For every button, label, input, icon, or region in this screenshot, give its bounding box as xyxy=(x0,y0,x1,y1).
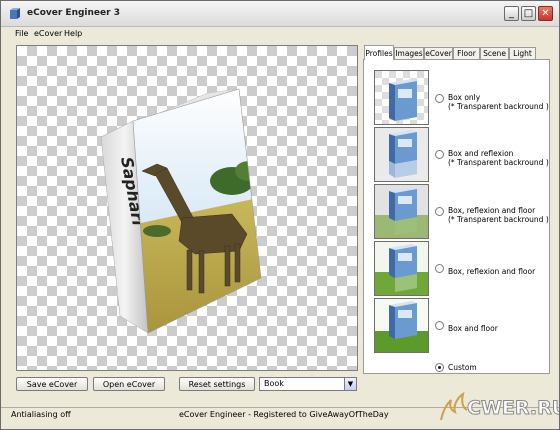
status-antialiasing: Antialiasing off xyxy=(11,410,71,419)
maximize-icon: □ xyxy=(523,7,534,19)
settings-panel: Profiles Images eCover Floor Scene Light xyxy=(363,45,550,374)
profile-label-box-reflexion-floor: Box, reflexion and floor xyxy=(448,267,535,276)
profile-label-custom: Custom xyxy=(448,363,477,372)
profile-radio-box-reflexion-floor-transparent[interactable] xyxy=(435,207,444,216)
app-window: eCover Engineer 3 _ □ ✕ File eCover Help xyxy=(0,0,560,430)
profiles-tab-content: Box only (* Transparent backround ) Box … xyxy=(363,59,550,374)
profile-radio-box-reflexion[interactable] xyxy=(435,150,444,159)
app-icon xyxy=(10,8,20,19)
profile-title: Box and floor xyxy=(448,324,498,333)
profile-thumbnail[interactable] xyxy=(374,127,429,182)
menu-help[interactable]: Help xyxy=(64,29,82,38)
profile-title: Box and reflexion xyxy=(448,149,514,158)
reset-settings-button[interactable]: Reset settings xyxy=(179,377,255,391)
profile-thumbnail[interactable] xyxy=(374,184,429,239)
profile-label-box-only: Box only (* Transparent backround ) xyxy=(448,93,549,111)
close-button[interactable]: ✕ xyxy=(538,6,553,21)
menu-bar: File eCover Help xyxy=(1,28,559,41)
profile-title: Box only xyxy=(448,93,481,102)
tab-images[interactable]: Images xyxy=(394,47,424,59)
window-title: eCover Engineer 3 xyxy=(27,8,120,18)
profile-title: Box, reflexion and floor xyxy=(448,267,536,276)
chevron-down-icon[interactable]: ▼ xyxy=(344,378,356,390)
shape-select[interactable]: Book ▼ xyxy=(259,377,357,391)
menu-file[interactable]: File xyxy=(15,29,28,38)
profile-thumbnail[interactable] xyxy=(374,70,429,125)
shape-select-value: Book xyxy=(264,379,284,388)
profile-title: Box, reflexion and floor xyxy=(448,206,536,215)
tab-ecover[interactable]: eCover xyxy=(424,47,453,59)
tab-profiles[interactable]: Profiles xyxy=(364,45,394,60)
profile-label-box-reflexion: Box and reflexion (* Transparent backrou… xyxy=(448,149,549,167)
tab-floor[interactable]: Floor xyxy=(453,47,480,59)
tab-scene[interactable]: Scene xyxy=(480,47,509,59)
profile-label-box-floor: Box and floor xyxy=(448,324,498,333)
profile-thumbnail[interactable] xyxy=(374,241,429,296)
profile-radio-custom[interactable] xyxy=(435,363,444,372)
minimize-icon: _ xyxy=(509,7,514,19)
profile-radio-box-reflexion-floor[interactable] xyxy=(435,264,444,273)
book-preview: Saphari xyxy=(100,88,262,334)
close-icon: ✕ xyxy=(541,7,550,19)
box-thumbnail-icon xyxy=(375,71,428,124)
menu-ecover[interactable]: eCover xyxy=(34,29,62,38)
preview-canvas[interactable]: Saphari xyxy=(16,45,358,371)
minimize-button[interactable]: _ xyxy=(504,6,519,21)
profile-radio-box-only[interactable] xyxy=(435,94,444,103)
profile-radio-box-floor[interactable] xyxy=(435,321,444,330)
save-ecover-button[interactable]: Save eCover xyxy=(16,377,88,391)
title-bar[interactable]: eCover Engineer 3 _ □ ✕ xyxy=(1,1,559,27)
open-ecover-button[interactable]: Open eCover xyxy=(93,377,165,391)
watermark-logo: CWER.RU xyxy=(440,391,559,421)
profile-label-box-reflexion-floor-transparent: Box, reflexion and floor (* Transparent … xyxy=(448,206,549,224)
profile-thumbnail[interactable] xyxy=(374,298,429,353)
tab-light[interactable]: Light xyxy=(509,47,536,59)
profile-note: (* Transparent backround ) xyxy=(448,215,549,224)
box-reflexion-floor-thumbnail-icon xyxy=(375,185,428,238)
maximize-button[interactable]: □ xyxy=(521,6,536,21)
watermark-text: CWER.RU xyxy=(467,397,559,419)
box-floor-thumbnail-icon xyxy=(375,299,428,352)
status-registration: eCover Engineer - Registered to GiveAway… xyxy=(179,410,389,419)
box-reflexion-thumbnail-icon xyxy=(375,128,428,181)
tab-bar: Profiles Images eCover Floor Scene Light xyxy=(363,45,550,60)
box-reflexion-floor-thumbnail-icon xyxy=(375,242,428,295)
profile-note: (* Transparent backround ) xyxy=(448,102,549,111)
profile-note: (* Transparent backround ) xyxy=(448,158,549,167)
